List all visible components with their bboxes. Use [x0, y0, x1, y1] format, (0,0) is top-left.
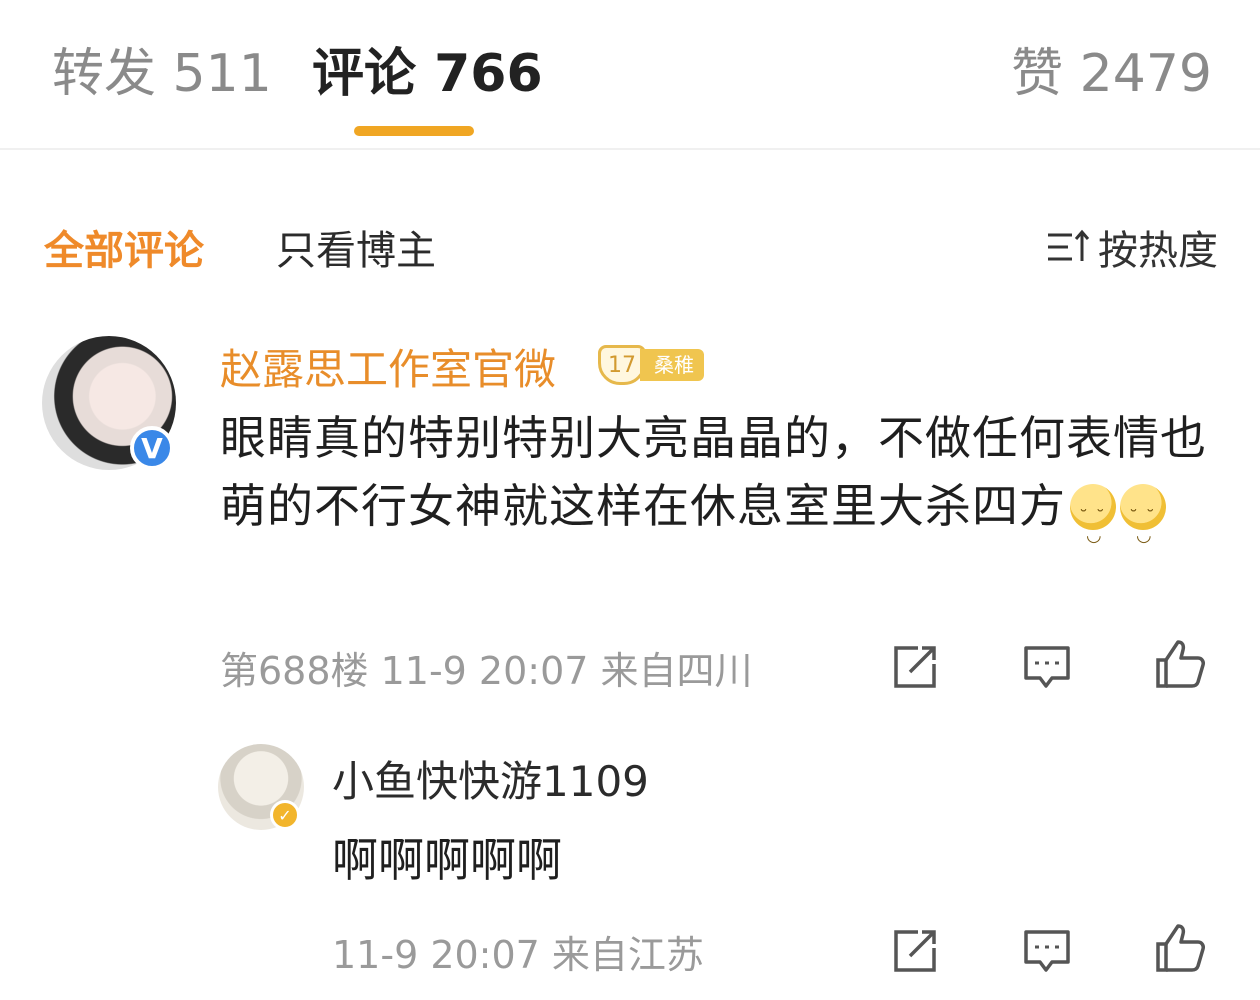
thumbs-up-icon[interactable]	[1152, 920, 1206, 974]
comment-username[interactable]: 赵露思工作室官微	[220, 336, 556, 397]
tab-repost[interactable]: 转发 511	[52, 42, 272, 106]
grin-emoji-icon	[1120, 484, 1166, 570]
thumbs-up-icon[interactable]	[1152, 636, 1206, 690]
reply-meta: 11-9 20:07 来自江苏	[332, 933, 704, 977]
comment-icon[interactable]	[1020, 640, 1074, 694]
filter-blogger-only[interactable]: 只看博主	[276, 218, 436, 276]
comments-page: 转发 511 评论 766 赞 2479 全部评论 只看博主 按热度 V 赵露思…	[0, 0, 1260, 1000]
reply-verified-badge: ✓	[270, 800, 300, 830]
active-tab-indicator	[354, 126, 474, 136]
diamond-icon: 17	[598, 345, 646, 385]
fan-level-badge: 17 桑稚	[598, 344, 704, 386]
comment-body: 眼睛真的特别特别大亮晶晶的，不做任何表情也萌的不行女神就这样在休息室里大杀四方	[220, 404, 1220, 570]
comment-text: 眼睛真的特别特别大亮晶晶的，不做任何表情也萌的不行女神就这样在休息室里大杀四方	[220, 411, 1207, 533]
share-icon[interactable]	[888, 640, 942, 694]
sort-by-popularity-button[interactable]: 按热度	[1046, 218, 1218, 276]
filter-all-comments[interactable]: 全部评论	[44, 218, 204, 276]
tab-likes[interactable]: 赞 2479	[1011, 42, 1212, 106]
sort-label: 按热度	[1098, 228, 1218, 274]
grin-emoji-icon	[1070, 484, 1116, 570]
comment-filter-row: 全部评论 只看博主 按热度	[0, 210, 1260, 274]
sort-icon	[1048, 229, 1090, 261]
tab-comments[interactable]: 评论 766	[312, 42, 543, 106]
reply-text: 啊啊啊啊啊	[332, 833, 562, 887]
top-tab-bar: 转发 511 评论 766 赞 2479	[0, 0, 1260, 150]
reply-username[interactable]: 小鱼快快游1109	[332, 748, 649, 809]
comment-meta: 第688楼 11-9 20:07 来自四川	[220, 649, 753, 693]
comment-icon[interactable]	[1020, 924, 1074, 978]
share-icon[interactable]	[888, 924, 942, 978]
fan-level-tag: 桑稚	[640, 349, 704, 381]
verified-badge: V	[130, 426, 174, 470]
